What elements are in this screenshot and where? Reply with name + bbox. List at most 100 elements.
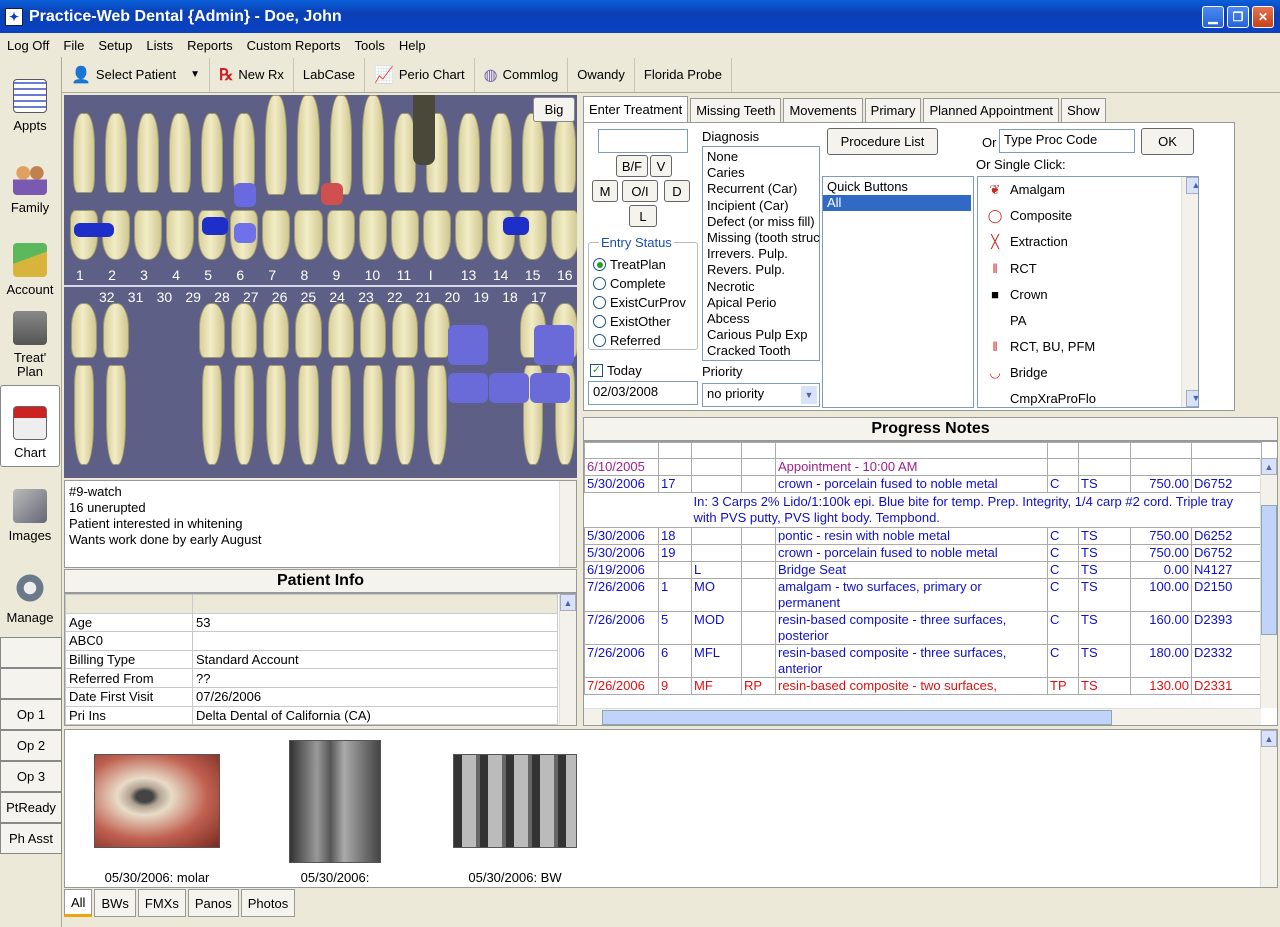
menu-reports[interactable]: Reports [180,38,240,53]
tooth[interactable] [295,303,322,358]
tooth[interactable] [359,303,386,358]
tooth[interactable] [202,365,223,465]
new-rx-button[interactable]: ℞ New Rx [210,57,294,92]
close-icon[interactable]: ✕ [1252,5,1274,28]
images-scrollbar[interactable]: ▲ [1260,730,1277,887]
tooth[interactable] [457,113,480,193]
tab-show[interactable]: Show [1061,98,1106,122]
proc-button[interactable]: CmpXraProFlo [978,387,1198,408]
tooth[interactable] [169,113,192,193]
tab-panos[interactable]: Panos [187,889,239,917]
radio-treatplan[interactable]: TreatPlan [593,257,666,272]
surface-v-button[interactable]: V [650,155,672,177]
tooth[interactable] [71,303,98,358]
progress-notes-vscrollbar[interactable]: ▲ [1260,458,1277,708]
chevron-down-icon[interactable]: ▼ [190,69,200,80]
diagnosis-item[interactable]: Defect (or miss fill) [703,214,819,230]
tooth[interactable] [201,113,224,193]
table-row[interactable]: 7/26/2006 6 MFL resin-based composite - thr… [584,644,1262,678]
tooth[interactable] [231,303,258,358]
op-2-button[interactable]: Op 2 [0,730,62,761]
table-row[interactable]: 5/30/2006 17 crown - porcelain fused to no… [584,475,1262,493]
menu-log-off[interactable]: Log Off [0,38,56,53]
tooth[interactable] [105,113,128,193]
diagnosis-item[interactable]: None [703,149,819,165]
scroll-up-icon[interactable]: ▲ [1261,730,1277,747]
surface-bf-button[interactable]: B/F [616,155,648,177]
proc-button[interactable]: ◡ Bridge [978,360,1198,386]
tooth[interactable] [199,303,226,358]
proc-button[interactable]: PA [978,308,1198,334]
tab-movements[interactable]: Movements [783,98,863,122]
op-3-button[interactable]: Op 3 [0,761,62,792]
radio-existother[interactable]: ExistOther [593,314,671,329]
surface-l-button[interactable]: L [629,205,657,227]
scroll-up-icon[interactable]: ▲ [560,594,576,611]
tooth-number-input[interactable] [598,129,688,153]
op-1-button[interactable]: Op 1 [0,699,62,730]
scroll-up-icon[interactable]: ▲ [1186,177,1198,194]
tooth[interactable] [326,210,355,260]
tooth[interactable] [553,113,576,193]
module-treat-plan[interactable]: Treat' Plan [0,303,60,385]
tooth[interactable] [426,365,447,465]
image-thumbnail[interactable]: 05/30/2006: molar [94,754,220,885]
menu-file[interactable]: File [56,38,91,53]
diagnosis-list[interactable]: None Caries Recurrent (Car) Incipient (Car)… [702,146,820,361]
tooth[interactable] [134,210,163,260]
chart-notes[interactable]: #9-watch 16 unerupted Patient interested… [64,480,577,568]
tab-photos[interactable]: Photos [240,889,296,917]
tooth[interactable] [454,210,483,260]
pt-ready-button[interactable]: PtReady [0,792,62,823]
surface-m-button[interactable]: M [592,180,618,202]
tab-missing-teeth[interactable]: Missing Teeth [690,98,782,122]
ok-button[interactable]: OK [1141,128,1194,155]
diagnosis-item[interactable]: Apical Perio [703,295,819,311]
proc-button[interactable]: ❦ Amalgam [978,177,1198,203]
tooth[interactable] [327,303,354,358]
table-row[interactable]: 5/30/2006 18 pontic - resin with noble met… [584,527,1262,545]
labcase-button[interactable]: LabCase [294,57,365,92]
tooth[interactable] [265,95,288,195]
menu-setup[interactable]: Setup [91,38,139,53]
diagnosis-item[interactable]: Missing (tooth struc [703,230,819,246]
table-row[interactable]: 6/10/2005 Appointment - 10:00 AM [584,458,1262,476]
tooth[interactable] [106,365,127,465]
h-scroll-thumb[interactable] [602,710,1112,725]
diagnosis-item[interactable]: Recurrent (Car) [703,181,819,197]
florida-probe-button[interactable]: Florida Probe [635,57,732,92]
owandy-button[interactable]: Owandy [568,57,635,92]
tooth[interactable] [298,365,319,465]
module-images[interactable]: Images [0,467,60,549]
tooth[interactable] [422,210,451,260]
diagnosis-item[interactable]: Incipient (Car) [703,198,819,214]
tooth[interactable] [550,210,577,260]
tab-planned-appointment[interactable]: Planned Appointment [923,98,1060,122]
proc-button[interactable]: ‖ RCT [978,256,1198,282]
scroll-up-icon[interactable]: ▲ [1261,458,1277,475]
tooth[interactable] [489,113,512,193]
table-row[interactable]: 7/26/2006 9 MF RP resin-based composite - tw… [584,677,1262,695]
diagnosis-item[interactable]: Abcess [703,311,819,327]
tooth[interactable] [361,95,384,195]
tooth[interactable] [391,303,418,358]
chevron-down-icon[interactable]: ▼ [801,386,817,404]
table-row[interactable]: In: 3 Carps 2% Lido/1:100k epi. Blue bit… [585,493,1262,528]
patient-info-scrollbar[interactable]: ▲ [559,594,576,725]
tooth[interactable] [358,210,387,260]
tab-bws[interactable]: BWs [94,889,136,917]
quick-buttons-list[interactable]: Quick Buttons All [822,176,974,408]
menu-help[interactable]: Help [392,38,433,53]
tooth[interactable] [137,113,160,193]
tooth[interactable] [297,95,320,195]
tooth[interactable] [521,113,544,193]
tooth[interactable] [362,365,383,465]
diagnosis-item[interactable]: Revers. Pulp. [703,262,819,278]
image-thumbnail[interactable]: 05/30/2006: [289,740,381,885]
notes-scrollbar[interactable] [559,481,576,567]
diagnosis-item[interactable]: Necrotic [703,279,819,295]
tooth-chart[interactable]: 1 2 3 4 5 6 7 8 9 10 11 I 13 14 15 16 32 31 30 29 28 27 26 25 24… [64,95,577,478]
date-input[interactable]: 02/03/2008 [588,381,698,405]
tooth[interactable] [394,365,415,465]
progress-notes-hscrollbar[interactable] [584,708,1261,725]
